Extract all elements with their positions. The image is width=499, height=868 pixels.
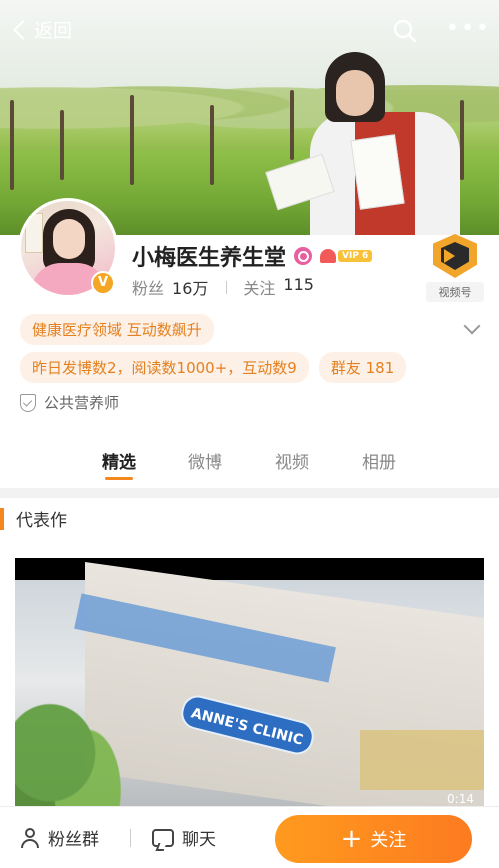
section-divider [0,488,499,498]
video-channel-label: 视频号 [426,282,484,302]
heart-icon [320,249,337,263]
play-icon [444,249,455,263]
active-tab-indicator [105,477,133,480]
section-header: 代表作 [0,506,67,531]
fans-stat[interactable]: 粉丝 16万 [132,275,208,299]
profile-tabs: 精选 微博 视频 相册 [0,440,499,484]
more-icon[interactable]: ••• [446,18,489,44]
bottom-divider [130,829,131,847]
follow-button[interactable]: + 关注 [275,815,472,863]
user-icon [20,827,40,848]
domain-tag[interactable]: 健康医疗领域 互动数飙升 [20,314,214,345]
shield-check-icon [20,393,36,412]
profile-name: 小梅医生养生堂 [132,246,287,271]
fans-group-label: 粉丝群 [48,830,99,850]
vip-badge[interactable]: VIP 6 [320,249,373,263]
fan-group-tag[interactable]: 群友 181 [318,352,407,383]
membership-icon[interactable] [294,247,313,265]
search-icon[interactable] [392,18,418,44]
video-channel-icon [433,234,477,278]
section-title: 代表作 [16,511,67,531]
video-plant [15,640,155,806]
tree-trunk [290,90,294,160]
cover-person [265,52,470,235]
follow-label: 关注 [370,830,407,851]
certification-row: 公共营养师 [20,392,119,413]
fans-count: 16万 [172,279,209,298]
back-button[interactable]: 返回 [10,16,72,43]
tree-trunk [130,95,134,185]
fans-group-button[interactable]: 粉丝群 [20,825,99,850]
video-gold-sign [360,730,484,790]
activity-tag[interactable]: 昨日发博数2，阅读数1000+，互动数9 [20,352,309,383]
verified-badge-icon: V [91,271,115,295]
tree-trunk [10,100,14,190]
chevron-left-icon [13,19,33,40]
chat-icon [152,828,174,847]
certification-label: 公共营养师 [44,394,120,412]
video-channel-badge[interactable]: 视频号 [426,234,484,302]
bottom-action-bar: 粉丝群 聊天 + 关注 [0,806,499,868]
following-count: 115 [283,275,314,294]
video-player[interactable]: ANNE'S CLINIC 0:14 [15,558,484,806]
domain-tag-row: 健康医疗领域 互动数飙升 [20,314,214,345]
video-duration: 0:14 [447,792,474,806]
tree-trunk [210,105,214,185]
following-label: 关注 [243,279,276,298]
vip-level: VIP 6 [338,250,373,262]
tab-weibo[interactable]: 微博 [188,448,222,473]
chat-button[interactable]: 聊天 [152,825,216,850]
section-accent-bar [0,507,4,530]
fans-label: 粉丝 [132,279,165,298]
activity-tag-row: 昨日发博数2，阅读数1000+，互动数9 群友 181 [20,352,416,383]
video-thumbnail: ANNE'S CLINIC [15,561,484,806]
tree-trunk [60,110,64,180]
chevron-down-icon[interactable] [463,317,481,335]
tab-video[interactable]: 视频 [275,448,309,473]
tab-album[interactable]: 相册 [362,448,396,473]
stats-divider [226,280,228,294]
plus-icon: + [340,824,363,854]
top-nav-bar: 返回 ••• [0,0,499,62]
chat-label: 聊天 [182,830,216,850]
back-label: 返回 [34,20,73,42]
following-stat[interactable]: 关注 115 [243,275,314,299]
tab-featured[interactable]: 精选 [102,448,136,473]
name-row: 小梅医生养生堂 VIP 6 [132,240,373,272]
profile-stats: 粉丝 16万 关注 115 [132,275,314,299]
